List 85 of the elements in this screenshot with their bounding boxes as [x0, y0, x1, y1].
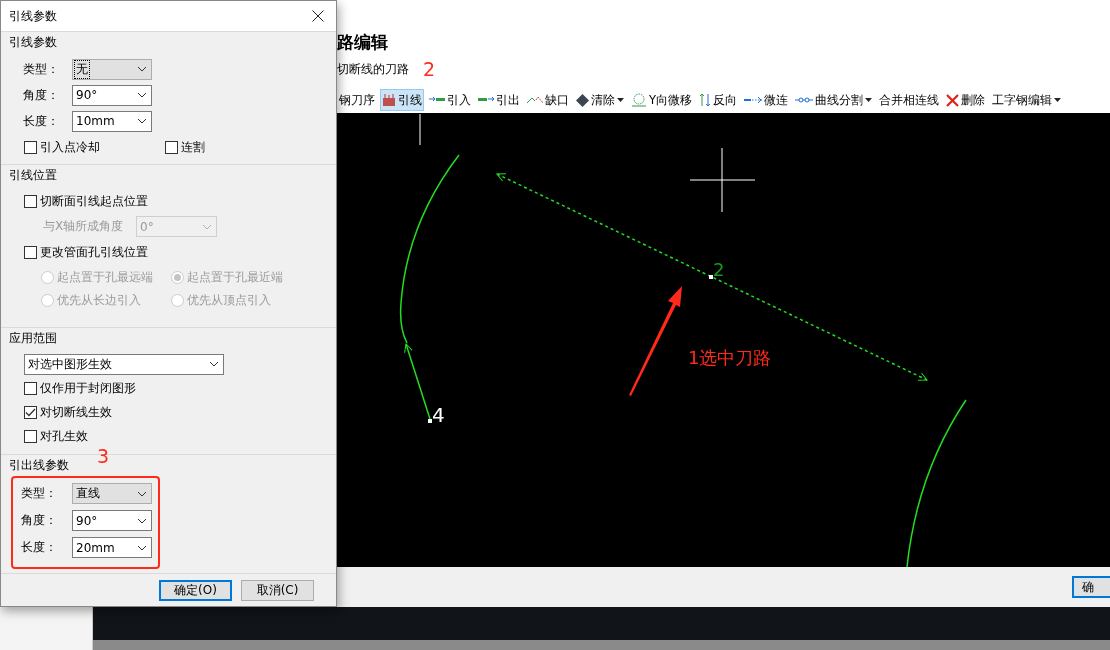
checkbox[interactable]: [24, 429, 37, 443]
field-label: 长度：: [23, 112, 60, 130]
checkbox-label: 切断面引线起点位置: [40, 192, 148, 210]
field-label: 角度：: [21, 512, 58, 529]
dropdown-field[interactable]: 90°: [72, 84, 152, 106]
caret-icon: [1054, 98, 1062, 102]
gap-icon: [527, 96, 543, 104]
chevron-down-icon: [137, 490, 147, 497]
point-label: 4: [432, 403, 445, 427]
checkbox[interactable]: [165, 140, 178, 154]
toolbar-button[interactable]: 清除: [574, 89, 626, 111]
split-line-icon: [795, 96, 814, 104]
chevron-down-icon: [137, 544, 147, 551]
field-label: 与X轴所成角度: [43, 218, 125, 235]
field-label: 类型：: [21, 485, 58, 502]
checkbox[interactable]: [24, 405, 37, 419]
toolbar-button[interactable]: Y向微移: [629, 89, 695, 111]
radio-label: 起点置于孔最远端: [57, 269, 153, 286]
ok-button[interactable]: 确: [1072, 576, 1110, 598]
eraser-icon: [576, 93, 589, 107]
checkbox[interactable]: [24, 140, 37, 154]
lead-out-icon: [478, 96, 494, 104]
checkbox-label: 更改管面孔引线位置: [40, 243, 148, 261]
dialog-button[interactable]: 取消(C): [241, 579, 314, 601]
toolbar-button[interactable]: 引入: [427, 89, 473, 111]
group-title: 引线位置: [9, 167, 58, 183]
annotation-text: 1选中刀路: [688, 347, 772, 368]
up-down-arrows-icon: [699, 93, 712, 107]
lead-line-icon: [382, 93, 396, 107]
checkbox[interactable]: [24, 381, 37, 395]
toolbar-button[interactable]: 缺口: [525, 89, 571, 111]
checkbox-label: 对切断线生效: [40, 403, 112, 421]
chevron-down-icon: [137, 517, 147, 524]
checkbox-label: 对孔生效: [40, 427, 88, 445]
page-heading: 路编辑: [337, 31, 389, 53]
caret-icon: [617, 98, 624, 102]
dropdown-field[interactable]: 20mm: [72, 537, 152, 558]
toolbar-button[interactable]: 删除: [944, 89, 988, 111]
chevron-down-icon: [137, 66, 147, 72]
toolbar-button[interactable]: 曲线分割: [793, 89, 875, 111]
group-title: 引线参数: [9, 34, 58, 50]
dropdown-field[interactable]: 对选中图形生效: [24, 353, 224, 375]
caret-icon: [865, 98, 873, 102]
toolbar-button[interactable]: 微连: [742, 89, 791, 111]
checkbox-label: 仅作用于封闭图形: [40, 379, 136, 397]
field-label: 类型：: [23, 60, 60, 78]
chevron-down-icon: [202, 223, 212, 230]
chevron-down-icon: [137, 118, 147, 124]
step-number: 2: [423, 59, 436, 79]
toolbar-button[interactable]: 引线: [380, 89, 424, 111]
toolbar-button[interactable]: 引出: [476, 89, 522, 111]
dialog-title: 引线参数: [9, 7, 57, 25]
lead-in-icon: [429, 96, 445, 104]
checkbox-label: 连割: [181, 138, 205, 156]
page-subtitle: 切断线的刀路: [337, 60, 409, 78]
group-title: 引出线参数: [9, 457, 70, 473]
chevron-down-icon: [209, 361, 219, 367]
toolbar-button[interactable]: 工字钢编辑: [990, 89, 1064, 111]
group-title: 应用范围: [9, 330, 58, 346]
field-label: 长度：: [21, 539, 58, 556]
radio-label: 优先从长边引入: [57, 292, 141, 309]
toolbar-button[interactable]: 反向: [697, 89, 740, 111]
dotted-circle-icon: [631, 93, 647, 107]
toolbar-button[interactable]: 合并相连线: [877, 89, 942, 111]
dropdown-field[interactable]: 无: [72, 58, 152, 80]
crosshair-cursor: [689, 147, 756, 213]
chevron-down-icon: [137, 92, 147, 98]
dropdown-field[interactable]: 10mm: [72, 110, 152, 132]
point-label: 2: [713, 259, 725, 280]
radio-label: 优先从顶点引入: [187, 292, 271, 309]
radio-label: 起点置于孔最近端: [187, 269, 283, 286]
checkbox[interactable]: [24, 245, 37, 259]
step-number: 3: [97, 446, 110, 466]
dropdown-field[interactable]: 直线: [72, 483, 152, 504]
cursor-tick: [419, 113, 421, 146]
dialog-button[interactable]: 确定(O): [159, 579, 232, 601]
checkbox[interactable]: [24, 194, 37, 208]
dotted-arrow-icon: [744, 96, 763, 104]
toolbar-button[interactable]: 钢刀序: [337, 89, 377, 111]
dropdown-field[interactable]: 90°: [72, 510, 152, 531]
field-label: 角度：: [23, 86, 60, 104]
checkbox-label: 引入点冷却: [40, 138, 100, 156]
point-marker: [709, 275, 713, 279]
delete-icon: [946, 93, 960, 107]
point-marker: [428, 419, 432, 423]
